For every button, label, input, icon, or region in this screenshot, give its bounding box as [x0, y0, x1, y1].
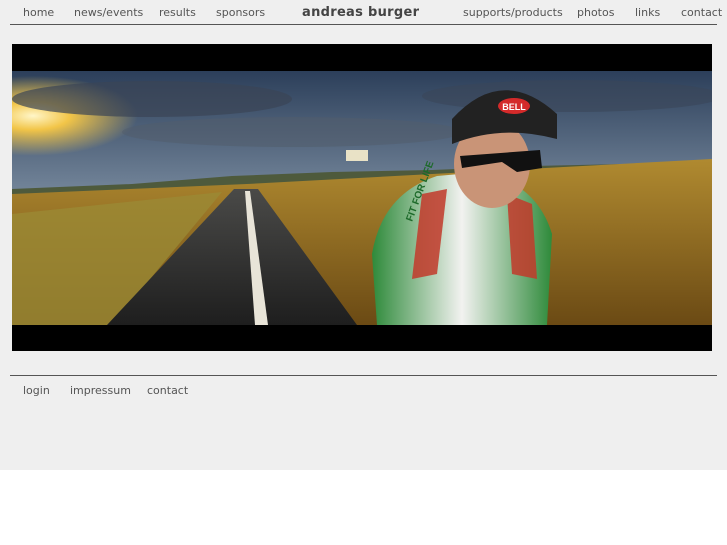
header-divider — [10, 24, 717, 25]
footer-impressum-link[interactable]: impressum — [70, 384, 131, 397]
helmet-logo-text: BELL — [502, 102, 526, 112]
nav-links-link[interactable]: links — [635, 6, 660, 19]
nav-supports-products-link[interactable]: supports/products — [463, 6, 563, 19]
hero-banner: BELL FIT FOR LIFE — [12, 44, 712, 351]
footer-contact-link[interactable]: contact — [147, 384, 188, 397]
nav-home-link[interactable]: home — [23, 6, 54, 19]
nav-news-events-link[interactable]: news/events — [74, 6, 143, 19]
nav-contact-link[interactable]: contact — [681, 6, 722, 19]
nav-results-link[interactable]: results — [159, 6, 196, 19]
footer-login-link[interactable]: login — [23, 384, 50, 397]
site-title: andreas burger — [302, 5, 420, 20]
nav-sponsors-link[interactable]: sponsors — [216, 6, 265, 19]
footer-divider — [10, 375, 717, 376]
top-navigation: home news/events results sponsors andrea… — [0, 0, 727, 25]
page: home news/events results sponsors andrea… — [0, 0, 727, 470]
hero-banner-image: BELL FIT FOR LIFE — [12, 44, 712, 351]
nav-photos-link[interactable]: photos — [577, 6, 614, 19]
